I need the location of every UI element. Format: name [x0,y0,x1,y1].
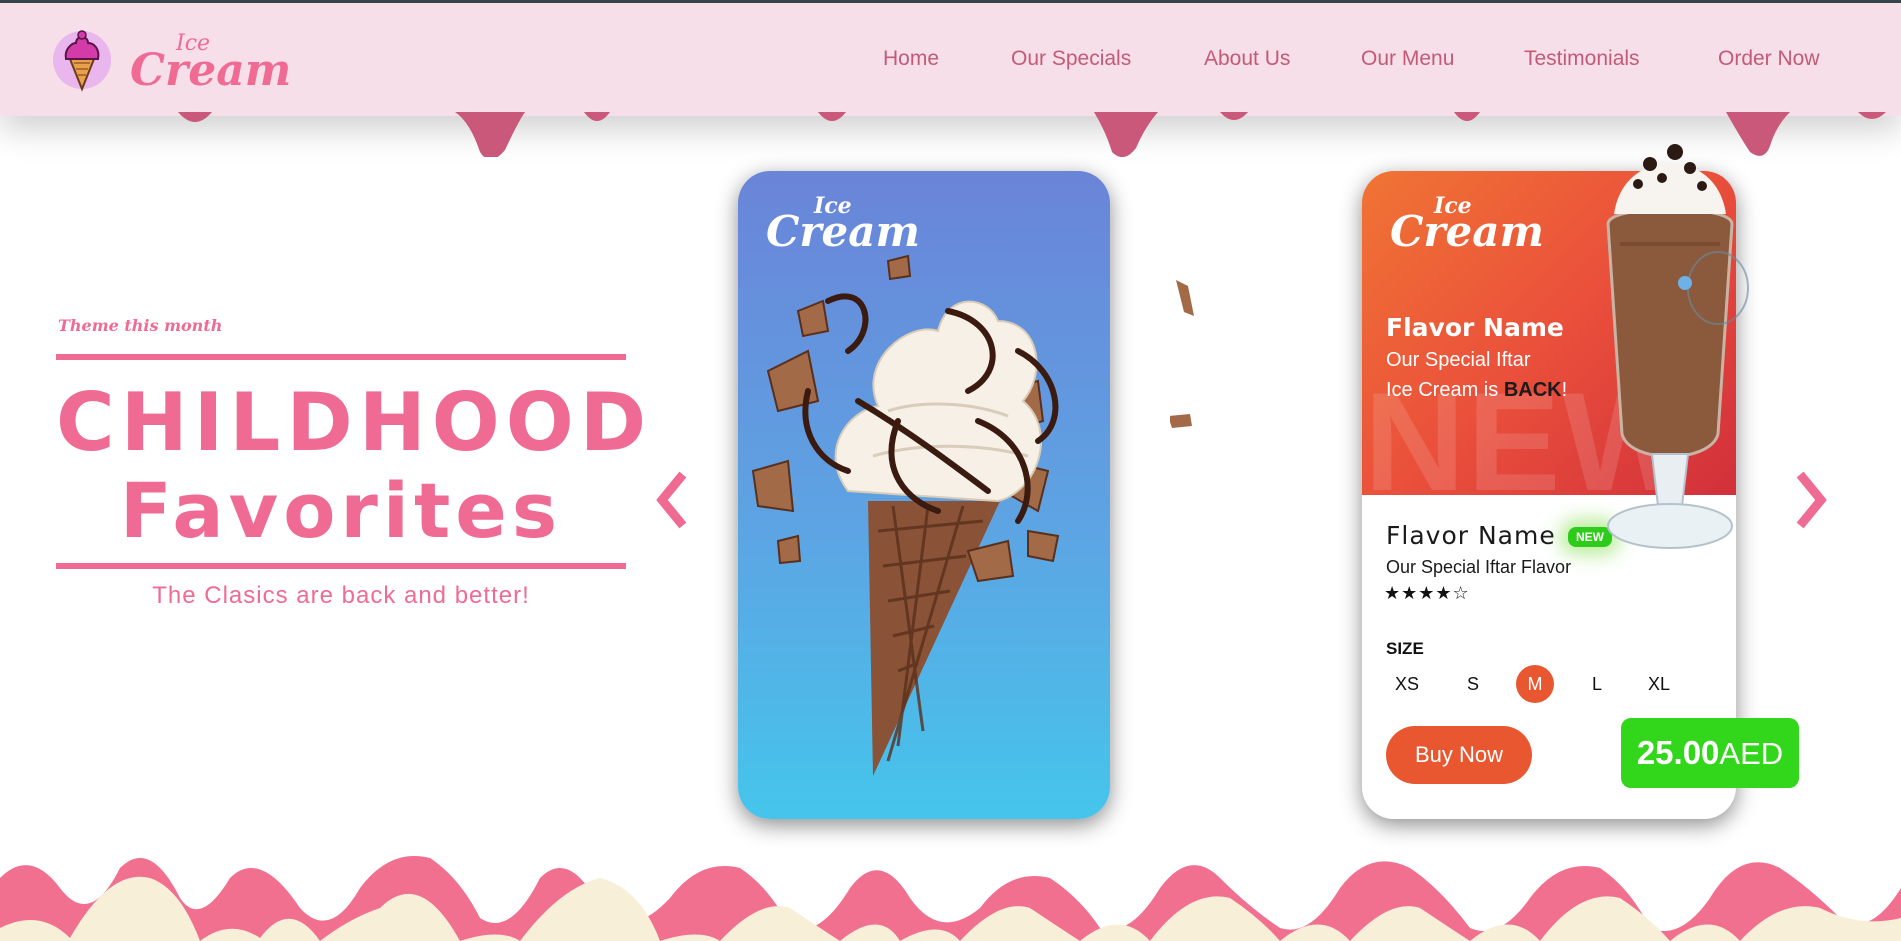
nav-order-now[interactable]: Order Now [1718,47,1820,71]
site-header: Ice Cream Home Our Specials About Us Our… [0,3,1901,116]
size-option-s[interactable]: S [1454,665,1492,703]
card-logo-cream: Cream [1390,207,1544,256]
size-option-l[interactable]: L [1578,665,1616,703]
price-currency: AED [1719,736,1784,771]
promo-back-text: BACK [1503,379,1562,401]
buy-now-button[interactable]: Buy Now [1386,726,1532,784]
promo-flavor-name: Flavor Name [1386,313,1564,342]
nav-home[interactable]: Home [883,47,939,71]
nav-our-menu[interactable]: Our Menu [1361,47,1454,71]
ice-cream-cone-image [751,254,1060,776]
title-top-rule [56,354,626,360]
ice-cream-cone-icon[interactable] [52,27,112,93]
promo-line-2: Ice Cream is BACK! [1386,379,1568,401]
size-option-xl[interactable]: XL [1640,665,1678,703]
size-option-xs[interactable]: XS [1388,665,1426,703]
bottom-wave-decoration [0,856,1901,941]
title-bottom-rule [56,563,626,569]
size-label: SIZE [1386,639,1424,658]
flavor-name: Flavor Name [1386,521,1556,550]
theme-label: Theme this month [58,316,223,335]
logo-text-cream: Cream [130,45,292,96]
hero-title-line1: CHILDHOOD [56,376,653,469]
nav-testimonials[interactable]: Testimonials [1524,47,1640,71]
size-option-m[interactable]: M [1516,665,1554,703]
nav-about-us[interactable]: About Us [1204,47,1290,71]
hero-tagline: The Clasics are back and better! [152,582,530,609]
chevron-left-icon[interactable] [650,470,690,530]
nav-our-specials[interactable]: Our Specials [1011,47,1131,71]
price-value: 25.00 [1636,734,1720,771]
hero-title-line2: Favorites [119,466,563,555]
product-image-card[interactable]: Ice Cream [738,171,1110,819]
milkshake-image [1606,144,1749,549]
promo-line-1: Our Special Iftar [1386,349,1531,371]
flavor-description: Our Special Iftar Flavor [1386,557,1572,577]
price-tag: 25.00AED [1621,718,1799,788]
star-rating: ★★★★☆ [1384,583,1470,604]
chevron-right-icon[interactable] [1793,470,1833,530]
waffle-crumbs [1170,280,1194,428]
